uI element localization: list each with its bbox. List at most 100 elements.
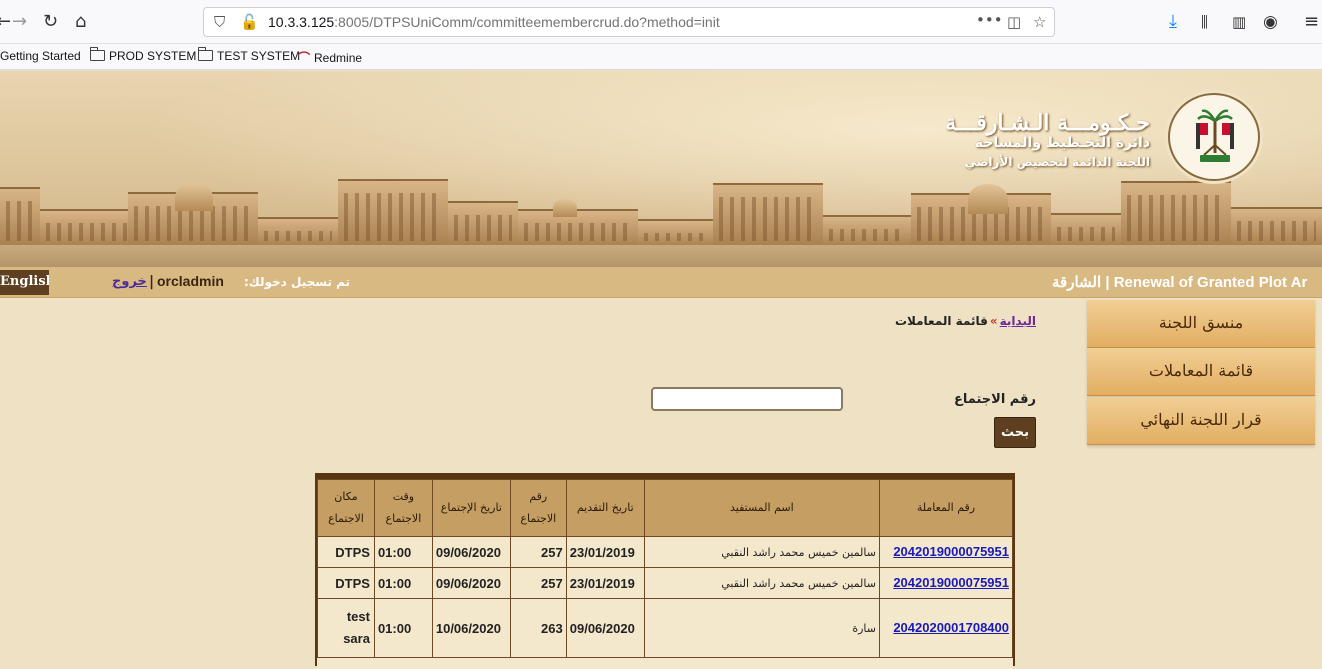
building <box>448 201 518 247</box>
logout-link[interactable]: خروج <box>112 274 147 289</box>
bookmark-redmine[interactable]: ⌒ Redmine <box>298 49 362 66</box>
cell-submission-date: 23/01/2019 <box>565 536 645 568</box>
url-bar[interactable]: ⛉ 🔓 10.3.3.125:8005/DTPSUniComm/committe… <box>203 7 1055 37</box>
header-submission-date[interactable]: تاريخ التقديم <box>565 479 645 537</box>
header-banner: حـكـومـــة الـشـارقـــة دائرة التخـطيط و… <box>0 71 1322 267</box>
header-transaction-number[interactable]: رقم المعاملة <box>878 479 1014 537</box>
building <box>338 179 448 247</box>
download-icon[interactable]: ⤓ <box>1169 11 1177 33</box>
cell-transaction: 2042019000075951 <box>878 536 1014 568</box>
transaction-link[interactable]: 2042020001708400 <box>893 620 1009 635</box>
cell-time: 01:00 <box>373 536 433 568</box>
breadcrumb-current: قائمة المعاملات <box>894 314 988 328</box>
building <box>40 209 140 247</box>
more-actions-icon[interactable]: ••• <box>976 11 1003 29</box>
bookmark-label: Getting Started <box>0 49 81 63</box>
cell-meeting-date: 09/06/2020 <box>431 536 511 568</box>
building <box>518 209 638 247</box>
menu-item-committee-coordinator[interactable]: منسق اللجنة <box>1087 300 1315 348</box>
building <box>258 217 338 247</box>
cell-meeting-date: 10/06/2020 <box>431 598 511 658</box>
logged-in-label: تم تسجيل دخولك: <box>244 275 351 289</box>
building <box>0 187 40 247</box>
department-name: دائرة التخـطيط والمساحة <box>974 135 1150 151</box>
header-beneficiary-name[interactable]: اسم المستفيد <box>643 479 880 537</box>
banner-water <box>0 245 1322 267</box>
bookmark-label: Redmine <box>314 51 363 65</box>
sidebar-icon[interactable]: ▥ <box>1232 11 1246 33</box>
folder-icon <box>197 47 213 61</box>
results-table: مكان الاجتماع وقت الاجتماع تاريخ الإجتما… <box>315 473 1015 669</box>
library-icon[interactable]: ⫼ <box>1201 11 1208 33</box>
transaction-link[interactable]: 2042019000075951 <box>893 575 1009 590</box>
government-title: حـكـومـــة الـشـارقـــة <box>945 110 1150 136</box>
cell-transaction: 2042020001708400 <box>878 598 1014 658</box>
cell-meeting-number: 257 <box>509 567 567 599</box>
breadcrumb-home-link[interactable]: البداية <box>1000 314 1036 328</box>
committee-name: اللجنة الدائمة لتخصيص الأراضي <box>964 155 1150 169</box>
back-icon[interactable]: ← <box>0 11 11 33</box>
building <box>638 219 713 247</box>
breadcrumb-arrow-icon: » <box>989 314 998 328</box>
shield-icon[interactable]: ⛉ <box>214 13 225 31</box>
table-footer-row <box>317 657 1013 669</box>
cell-transaction: 2042019000075951 <box>878 567 1014 599</box>
table-row: test sara 01:00 10/06/2020 263 09/06/202… <box>317 598 1014 658</box>
reload-icon[interactable]: ↻ <box>43 11 58 33</box>
bookmark-getting-started[interactable]: Getting Started <box>0 49 81 63</box>
header-meeting-date[interactable]: تاريخ الإجتماع <box>431 479 511 537</box>
url-host: 10.3.3.125 <box>268 14 335 30</box>
menu-item-transactions-list[interactable]: قائمة المعاملات <box>1087 348 1315 396</box>
cell-time: 01:00 <box>373 598 433 658</box>
cell-beneficiary: سالمين خميس محمد راشد النقبي <box>643 536 880 568</box>
bookmark-label: PROD SYSTEM <box>109 49 197 63</box>
sharjah-emblem-icon <box>1168 93 1260 181</box>
cell-time: 01:00 <box>373 567 433 599</box>
cell-beneficiary: سارة <box>643 598 880 658</box>
home-icon[interactable]: ⌂ <box>75 11 86 33</box>
building <box>823 215 911 247</box>
menu-item-final-decision[interactable]: قرار اللجنة النهائي <box>1087 397 1315 445</box>
cell-meeting-date: 09/06/2020 <box>431 567 511 599</box>
url-text[interactable]: 10.3.3.125:8005/DTPSUniComm/committeemem… <box>268 14 720 30</box>
star-icon[interactable]: ☆ <box>1033 13 1046 31</box>
header-meeting-time[interactable]: وقت الاجتماع <box>373 479 433 537</box>
meeting-number-label: رقم الاجتماع <box>953 392 1036 407</box>
separator: | <box>149 274 155 290</box>
account-icon[interactable]: ◉ <box>1263 11 1278 33</box>
pocket-icon[interactable]: ◫ <box>1007 13 1021 31</box>
bookmark-label: TEST SYSTEM <box>217 49 301 63</box>
cell-beneficiary: سالمين خميس محمد راشد النقبي <box>643 567 880 599</box>
menu-icon[interactable]: ≡ <box>1304 11 1319 33</box>
table-row: DTPS 01:00 09/06/2020 257 23/01/2019 سال… <box>317 536 1014 568</box>
cell-place: test sara <box>317 598 375 658</box>
meeting-number-input[interactable] <box>651 387 843 411</box>
cell-place: DTPS <box>317 536 375 568</box>
header-meeting-number[interactable]: رقم الاجتماع <box>509 479 567 537</box>
language-toggle-button[interactable]: English <box>0 270 49 295</box>
table-row: DTPS 01:00 09/06/2020 257 23/01/2019 سال… <box>317 567 1014 599</box>
search-button[interactable]: بحث <box>994 417 1036 448</box>
insecure-lock-icon[interactable]: 🔓 <box>240 13 259 31</box>
table-header-row: مكان الاجتماع وقت الاجتماع تاريخ الإجتما… <box>317 479 1014 537</box>
dome <box>968 184 1008 214</box>
header-meeting-place[interactable]: مكان الاجتماع <box>317 479 375 537</box>
bookmark-test-system[interactable]: TEST SYSTEM <box>197 47 301 63</box>
folder-icon <box>89 47 105 61</box>
building <box>1051 213 1121 247</box>
cell-submission-date: 09/06/2020 <box>565 598 645 658</box>
app-title: الشارقة | Renewal of Granted Plot Ar <box>1052 274 1308 291</box>
transaction-link[interactable]: 2042019000075951 <box>893 544 1009 559</box>
cell-meeting-number: 263 <box>509 598 567 658</box>
building <box>1231 207 1322 247</box>
bookmarks-bar: Getting Started PROD SYSTEM TEST SYSTEM … <box>0 44 1322 70</box>
cell-submission-date: 23/01/2019 <box>565 567 645 599</box>
bookmark-prod-system[interactable]: PROD SYSTEM <box>89 47 197 63</box>
table-footer <box>317 657 1013 669</box>
forward-icon[interactable]: → <box>12 11 27 33</box>
redmine-icon: ⌒ <box>298 51 311 65</box>
cell-place: DTPS <box>317 567 375 599</box>
user-info-bar: English خروج | orcladmin تم تسجيل دخولك:… <box>0 267 1322 298</box>
browser-toolbar: ← → ↻ ⌂ ⛉ 🔓 10.3.3.125:8005/DTPSUniComm/… <box>0 0 1322 44</box>
username: orcladmin <box>157 273 224 289</box>
